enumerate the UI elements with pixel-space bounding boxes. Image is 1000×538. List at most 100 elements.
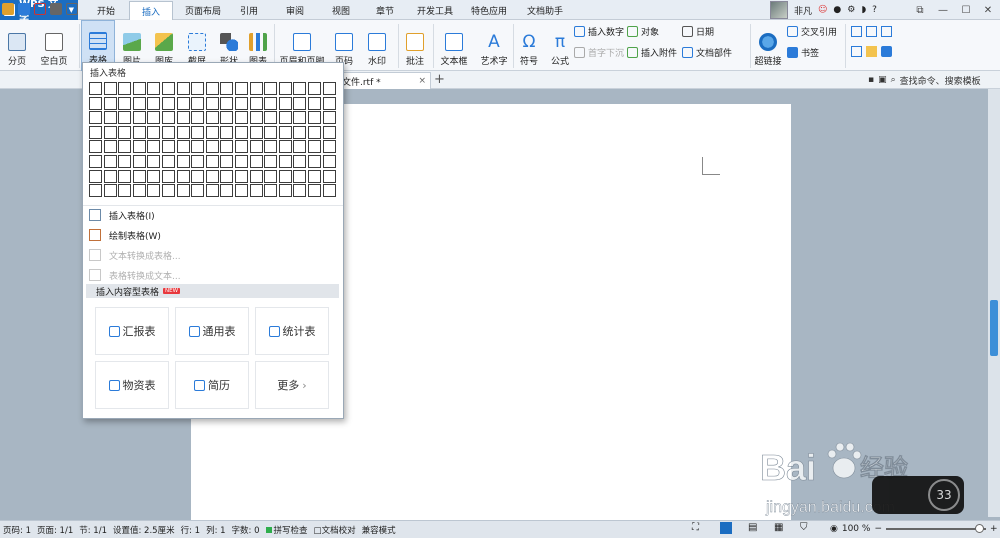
grid-cell[interactable]	[264, 82, 278, 95]
grid-cell[interactable]	[103, 82, 117, 95]
status-page[interactable]: 页码: 1	[3, 524, 31, 536]
general-table-card[interactable]: 通用表	[175, 307, 249, 355]
grid-cell[interactable]	[205, 140, 219, 154]
grid-cell[interactable]	[293, 111, 307, 125]
grid-cell[interactable]	[205, 96, 219, 110]
grid-cell[interactable]	[118, 140, 132, 154]
grid-cell[interactable]	[118, 184, 132, 198]
grid-cell[interactable]	[89, 184, 102, 198]
grid-cell[interactable]	[147, 96, 161, 110]
grid-cell[interactable]	[89, 96, 102, 110]
close-button[interactable]: ✕	[980, 2, 996, 18]
materials-table-card[interactable]: 物资表	[95, 361, 169, 409]
grid-cell[interactable]	[118, 111, 132, 125]
status-setting[interactable]: 设置值: 2.5厘米	[113, 524, 175, 536]
grid-cell[interactable]	[264, 184, 278, 198]
grid-cell[interactable]	[293, 96, 307, 110]
grid-cell[interactable]	[220, 125, 234, 139]
grid-cell[interactable]	[278, 125, 292, 139]
zoom-control[interactable]: ◉ 100 % − +	[830, 520, 998, 538]
grid-cell[interactable]	[234, 169, 248, 183]
grid-cell[interactable]	[132, 96, 146, 110]
grid-cell[interactable]	[89, 140, 102, 154]
grid-cell[interactable]	[307, 96, 321, 110]
grid-cell[interactable]	[191, 184, 205, 198]
grid-cell[interactable]	[191, 140, 205, 154]
grid-cell[interactable]	[249, 154, 263, 168]
gallery-small-icon[interactable]	[851, 26, 862, 37]
eye-icon[interactable]: ◉	[830, 524, 838, 534]
grid-cell[interactable]	[147, 154, 161, 168]
grid-cell[interactable]	[220, 96, 234, 110]
comment-panel-icon[interactable]: ▪	[868, 75, 874, 85]
grid-cell[interactable]	[234, 111, 248, 125]
grid-cell[interactable]	[89, 125, 102, 139]
grid-cell[interactable]	[103, 125, 117, 139]
grid-cell[interactable]	[161, 82, 175, 95]
cross-ref-button[interactable]: 交叉引用	[787, 24, 837, 38]
maximize-button[interactable]: ☐	[958, 2, 974, 18]
grid-cell[interactable]	[220, 82, 234, 95]
grid-cell[interactable]	[307, 125, 321, 139]
grid-cell[interactable]	[234, 184, 248, 198]
lock-icon[interactable]	[881, 46, 892, 57]
grid-cell[interactable]	[176, 82, 190, 95]
grid-cell[interactable]	[234, 140, 248, 154]
grid-cell[interactable]	[220, 111, 234, 125]
grid-cell[interactable]	[205, 82, 219, 95]
print-icon[interactable]	[50, 3, 62, 15]
grid-cell[interactable]	[191, 96, 205, 110]
tab-start[interactable]: 开始	[84, 0, 128, 20]
grid-cell[interactable]	[293, 125, 307, 139]
tab-references[interactable]: 引用	[233, 0, 265, 20]
zoom-out-button[interactable]: −	[874, 524, 882, 534]
grid-cell[interactable]	[264, 111, 278, 125]
grid-cell[interactable]	[191, 154, 205, 168]
grid-cell[interactable]	[161, 154, 175, 168]
drop-cap-button[interactable]: 首字下沉	[574, 45, 624, 59]
grid-cell[interactable]	[278, 82, 292, 95]
grid-cell[interactable]	[205, 184, 219, 198]
grid-cell[interactable]	[132, 169, 146, 183]
wordart-button[interactable]: A 艺术字	[477, 20, 511, 71]
grid-cell[interactable]	[132, 154, 146, 168]
grid-cell[interactable]	[147, 169, 161, 183]
grid-cell[interactable]	[103, 96, 117, 110]
grid-cell[interactable]	[249, 169, 263, 183]
grid-cell[interactable]	[249, 111, 263, 125]
page-break-button[interactable]: 分页	[2, 20, 32, 71]
grid-cell[interactable]	[322, 96, 336, 110]
settings-icon[interactable]: ⚙	[847, 5, 855, 15]
tab-developer[interactable]: 开发工具	[410, 0, 460, 20]
share-icon[interactable]: ◗	[861, 5, 866, 15]
insert-number-button[interactable]: 插入数字	[574, 24, 624, 38]
grid-cell[interactable]	[118, 169, 132, 183]
grid-cell[interactable]	[249, 184, 263, 198]
status-words[interactable]: 字数: 0	[232, 524, 260, 536]
grid-cell[interactable]	[132, 184, 146, 198]
minimize-button[interactable]: —	[935, 2, 951, 18]
stats-table-card[interactable]: 统计表	[255, 307, 329, 355]
speed-widget[interactable]: 33	[872, 476, 964, 514]
table-size-grid[interactable]	[89, 82, 337, 199]
grid-cell[interactable]	[161, 111, 175, 125]
grid-cell[interactable]	[132, 82, 146, 95]
grid-cell[interactable]	[118, 82, 132, 95]
zoom-percent[interactable]: 100 %	[842, 524, 871, 534]
skin-icon[interactable]: ●	[833, 5, 841, 15]
doc-proof[interactable]: □文档校对	[314, 524, 356, 536]
grid-cell[interactable]	[220, 154, 234, 168]
grid-cell[interactable]	[176, 140, 190, 154]
grid-cell[interactable]	[176, 125, 190, 139]
checkbox-icon[interactable]	[866, 26, 877, 37]
more-button[interactable]: 更多 ›	[255, 361, 329, 409]
panel-icon[interactable]: ▣	[878, 75, 887, 85]
grid-cell[interactable]	[293, 184, 307, 198]
scrollbar-thumb[interactable]	[990, 300, 998, 356]
grid-cell[interactable]	[293, 154, 307, 168]
zoom-slider[interactable]	[886, 524, 986, 533]
grid-cell[interactable]	[234, 154, 248, 168]
grid-cell[interactable]	[103, 111, 117, 125]
grid-cell[interactable]	[278, 96, 292, 110]
grid-cell[interactable]	[220, 184, 234, 198]
